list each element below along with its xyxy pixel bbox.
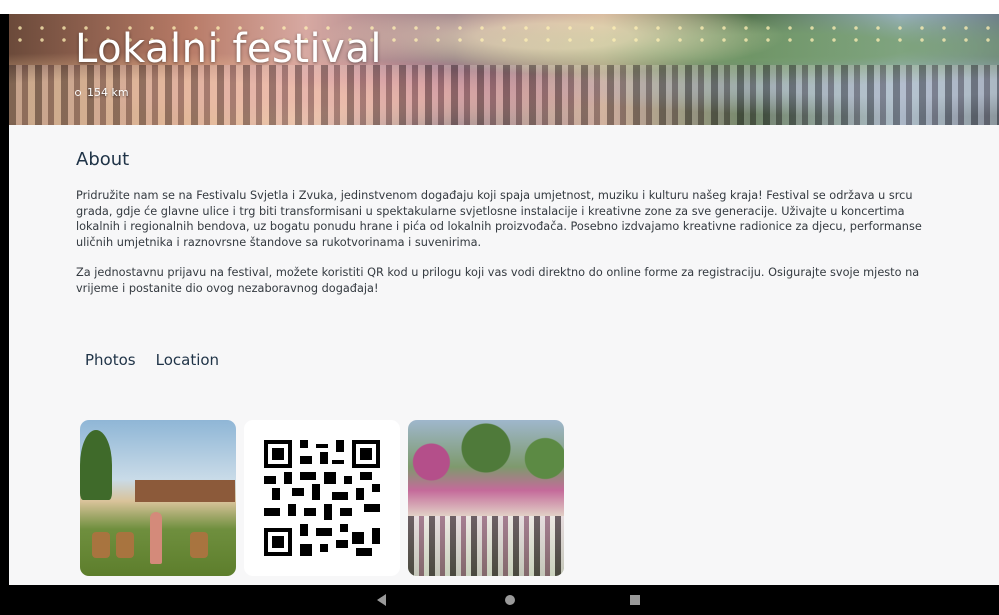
location-pin-icon	[75, 89, 81, 96]
gallery-qr-code[interactable]	[244, 420, 400, 576]
photo-gallery	[80, 420, 572, 576]
about-paragraph: Pridružite nam se na Festivalu Svjetla i…	[76, 189, 922, 249]
back-icon[interactable]	[377, 594, 386, 606]
barrel	[190, 532, 208, 558]
section-tabs: Photos Location	[85, 351, 239, 369]
barrel	[116, 532, 134, 558]
event-title: Lokalni festival	[75, 26, 382, 72]
about-paragraph: Za jednostavnu prijavu na festival, može…	[76, 266, 920, 295]
crowd	[9, 65, 999, 125]
system-navigation-bar	[0, 585, 999, 615]
event-detail-screen: Lokalni festival 154 km About Pridružite…	[9, 14, 999, 585]
hero-banner-image: Lokalni festival 154 km	[9, 14, 999, 125]
about-heading: About	[76, 149, 130, 170]
event-distance: 154 km	[75, 86, 129, 99]
barrel	[92, 532, 110, 558]
home-icon[interactable]	[505, 595, 515, 605]
gallery-photo-festival-crowd[interactable]	[408, 420, 564, 576]
qr-code-icon	[264, 440, 380, 556]
status-bar	[0, 0, 999, 14]
tent	[135, 480, 235, 502]
about-description: Pridružite nam se na Festivalu Svjetla i…	[76, 188, 936, 311]
crowd	[408, 516, 564, 576]
gallery-photo-festival-lawn[interactable]	[80, 420, 236, 576]
recents-icon[interactable]	[630, 595, 640, 605]
tab-location[interactable]: Location	[156, 351, 219, 369]
tree	[80, 430, 112, 500]
person	[150, 512, 162, 564]
trees	[408, 420, 564, 490]
distance-label: 154 km	[87, 86, 129, 99]
tab-photos[interactable]: Photos	[85, 351, 136, 369]
